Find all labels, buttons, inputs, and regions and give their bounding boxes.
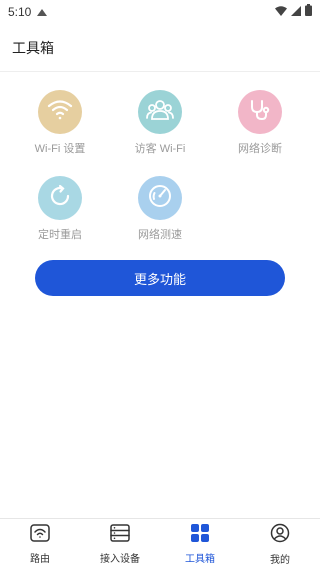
toolbox-grid-icon — [191, 524, 209, 547]
tool-label: 网络诊断 — [238, 143, 282, 155]
tab-connected-devices[interactable]: 接入设备 — [80, 519, 160, 568]
router-icon — [30, 524, 50, 547]
tab-label: 路由 — [30, 554, 50, 565]
tool-guest-wifi-circle — [138, 90, 182, 134]
tab-toolbox[interactable]: 工具箱 — [160, 519, 240, 568]
wifi-icon — [47, 99, 73, 126]
tool-label: 网络测速 — [138, 229, 182, 241]
tab-profile[interactable]: 我的 — [240, 519, 320, 568]
status-bar: 5:10 — [0, 0, 320, 24]
tool-scheduled-reboot[interactable]: 定时重启 — [10, 176, 110, 242]
tool-network-diagnosis[interactable]: 网络诊断 — [210, 90, 310, 156]
speedometer-icon — [147, 183, 173, 214]
tab-router[interactable]: 路由 — [0, 519, 80, 568]
notification-icon — [37, 5, 48, 19]
profile-icon — [270, 523, 290, 548]
tool-wifi-settings[interactable]: Wi-Fi 设置 — [10, 90, 110, 156]
stethoscope-icon — [248, 98, 272, 127]
status-right — [275, 3, 312, 21]
status-left: 5:10 — [8, 5, 48, 19]
more-features-button[interactable]: 更多功能 — [35, 260, 285, 296]
tool-network-diagnosis-circle — [238, 90, 282, 134]
header: 工具箱 — [0, 24, 320, 72]
page-title: 工具箱 — [12, 39, 54, 56]
bottom-tab-bar: 路由 接入设备 工具箱 我的 — [0, 518, 320, 568]
tab-label: 接入设备 — [100, 554, 140, 565]
devices-icon — [110, 524, 130, 547]
tab-label: 我的 — [270, 555, 290, 566]
guests-icon — [146, 99, 174, 126]
wifi-icon — [275, 3, 287, 21]
tool-guest-wifi[interactable]: 访客 Wi-Fi — [110, 90, 210, 156]
tool-label: Wi-Fi 设置 — [34, 143, 86, 155]
refresh-icon — [48, 184, 72, 213]
tool-speed-test[interactable]: 网络测速 — [110, 176, 210, 242]
tool-speed-test-circle — [138, 176, 182, 220]
tool-label: 访客 Wi-Fi — [134, 143, 186, 155]
cellular-signal-icon — [291, 3, 301, 21]
tab-label: 工具箱 — [185, 554, 215, 565]
tool-label: 定时重启 — [38, 229, 82, 241]
tool-scheduled-reboot-circle — [38, 176, 82, 220]
tool-wifi-settings-circle — [38, 90, 82, 134]
battery-icon — [305, 3, 312, 21]
status-time: 5:10 — [8, 5, 32, 19]
